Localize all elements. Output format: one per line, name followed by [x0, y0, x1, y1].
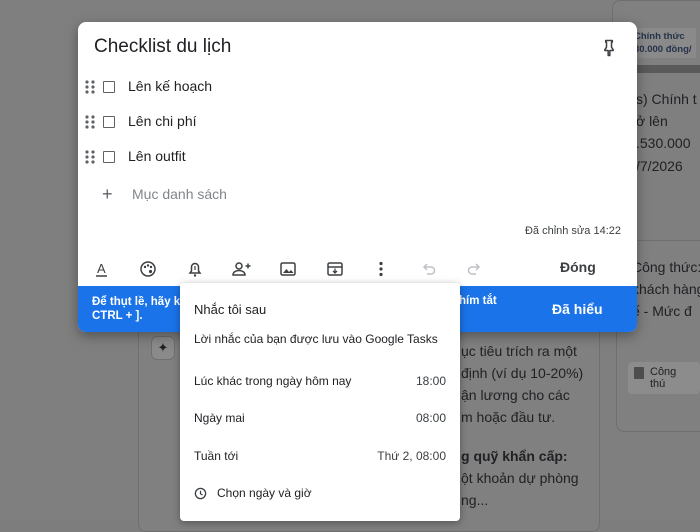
add-list-item[interactable]: + Mục danh sách — [102, 184, 502, 206]
checklist-item[interactable]: Lên outfit — [84, 144, 484, 170]
image-icon[interactable] — [277, 258, 299, 280]
background-text: .530.000 — [636, 135, 691, 151]
background-text: ở lên — [636, 113, 668, 129]
background-text: s) Chính t — [636, 91, 697, 107]
palette-icon[interactable] — [137, 258, 159, 280]
pin-icon[interactable] — [599, 38, 619, 58]
reminder-option-tomorrow[interactable]: Ngày mai 08:00 — [180, 402, 460, 434]
badge-line: 30.000 đồng/ — [634, 44, 692, 55]
reminder-bell-icon[interactable] — [184, 258, 206, 280]
clock-icon — [194, 487, 207, 500]
checklist-item[interactable]: Lên kế hoạch — [84, 74, 484, 100]
svg-text:A: A — [97, 261, 106, 276]
checkbox[interactable] — [103, 151, 115, 163]
background-text: ận lương cho các — [461, 387, 570, 403]
redo-icon[interactable] — [464, 258, 486, 280]
pick-date-time-option[interactable]: Chọn ngày và giờ — [180, 477, 460, 509]
more-options-icon[interactable] — [370, 258, 392, 280]
close-button[interactable]: Đóng — [560, 259, 596, 275]
note-title[interactable]: Checklist du lịch — [94, 36, 231, 58]
background-text: định (ví dụ 10-20%) — [461, 365, 584, 381]
reminder-option-next-week[interactable]: Tuần tới Thứ 2, 08:00 — [180, 440, 460, 472]
checklist-item-label[interactable]: Lên kế hoạch — [128, 78, 212, 94]
plus-icon: + — [102, 184, 113, 204]
reminder-option-time: Thứ 2, 08:00 — [377, 449, 446, 463]
reminder-option-label: Ngày mai — [194, 411, 245, 425]
checkbox[interactable] — [103, 116, 115, 128]
drag-handle-icon[interactable] — [84, 79, 96, 95]
reminder-option-label: Tuần tới — [194, 449, 239, 463]
sparkle-icon: ✦ — [151, 336, 175, 360]
reminder-title: Nhắc tôi sau — [194, 302, 267, 317]
checkbox[interactable] — [103, 81, 115, 93]
background-text: Công thức: — [632, 259, 700, 275]
add-collaborator-icon[interactable] — [230, 258, 252, 280]
pick-date-time-label: Chọn ngày và giờ — [217, 486, 312, 500]
checklist-item-label[interactable]: Lên chi phí — [128, 113, 197, 129]
checklist-item-label[interactable]: Lên outfit — [128, 148, 186, 164]
tip-text: hím tắt — [459, 295, 497, 307]
background-text: ng... — [461, 492, 489, 508]
badge-line: Chính thức — [634, 31, 685, 42]
checklist-item[interactable]: Lên chi phí — [84, 109, 484, 135]
background-text: m hoặc đầu tư. — [461, 409, 556, 425]
background-text: /7/2026 — [636, 158, 683, 174]
background-text: g quỹ khẩn cấp: — [461, 448, 568, 464]
background-text: ục tiêu trích ra một — [461, 343, 577, 359]
note-toolbar: A Đóng — [78, 254, 637, 284]
reminder-option-time: 18:00 — [415, 374, 446, 388]
drag-handle-icon[interactable] — [84, 149, 96, 165]
archive-icon[interactable] — [324, 258, 346, 280]
reminder-option-later-today[interactable]: Lúc khác trong ngày hôm nay 18:00 — [180, 365, 460, 397]
edited-timestamp: Đã chỉnh sửa 14:22 — [524, 225, 621, 237]
reminder-subtitle: Lời nhắc của bạn được lưu vào Google Tas… — [194, 332, 438, 346]
background-badge: Chính thức 30.000 đồng/ — [630, 28, 696, 58]
reminder-popup: Nhắc tôi sau Lời nhắc của bạn được lưu v… — [180, 283, 460, 521]
drag-handle-icon[interactable] — [84, 114, 96, 130]
background-text: ế - Mức đ — [632, 303, 692, 319]
got-it-button[interactable]: Đã hiểu — [552, 301, 603, 317]
text-format-icon[interactable]: A — [91, 258, 113, 280]
background-text: khách hàng — [632, 281, 700, 297]
background-chip: Công thú — [628, 362, 700, 394]
add-item-placeholder[interactable]: Mục danh sách — [132, 186, 227, 202]
reminder-option-label: Lúc khác trong ngày hôm nay — [194, 374, 352, 388]
reminder-option-time: 08:00 — [415, 411, 446, 425]
background-text: ột khoản dự phòng — [461, 470, 579, 486]
undo-icon[interactable] — [417, 258, 439, 280]
